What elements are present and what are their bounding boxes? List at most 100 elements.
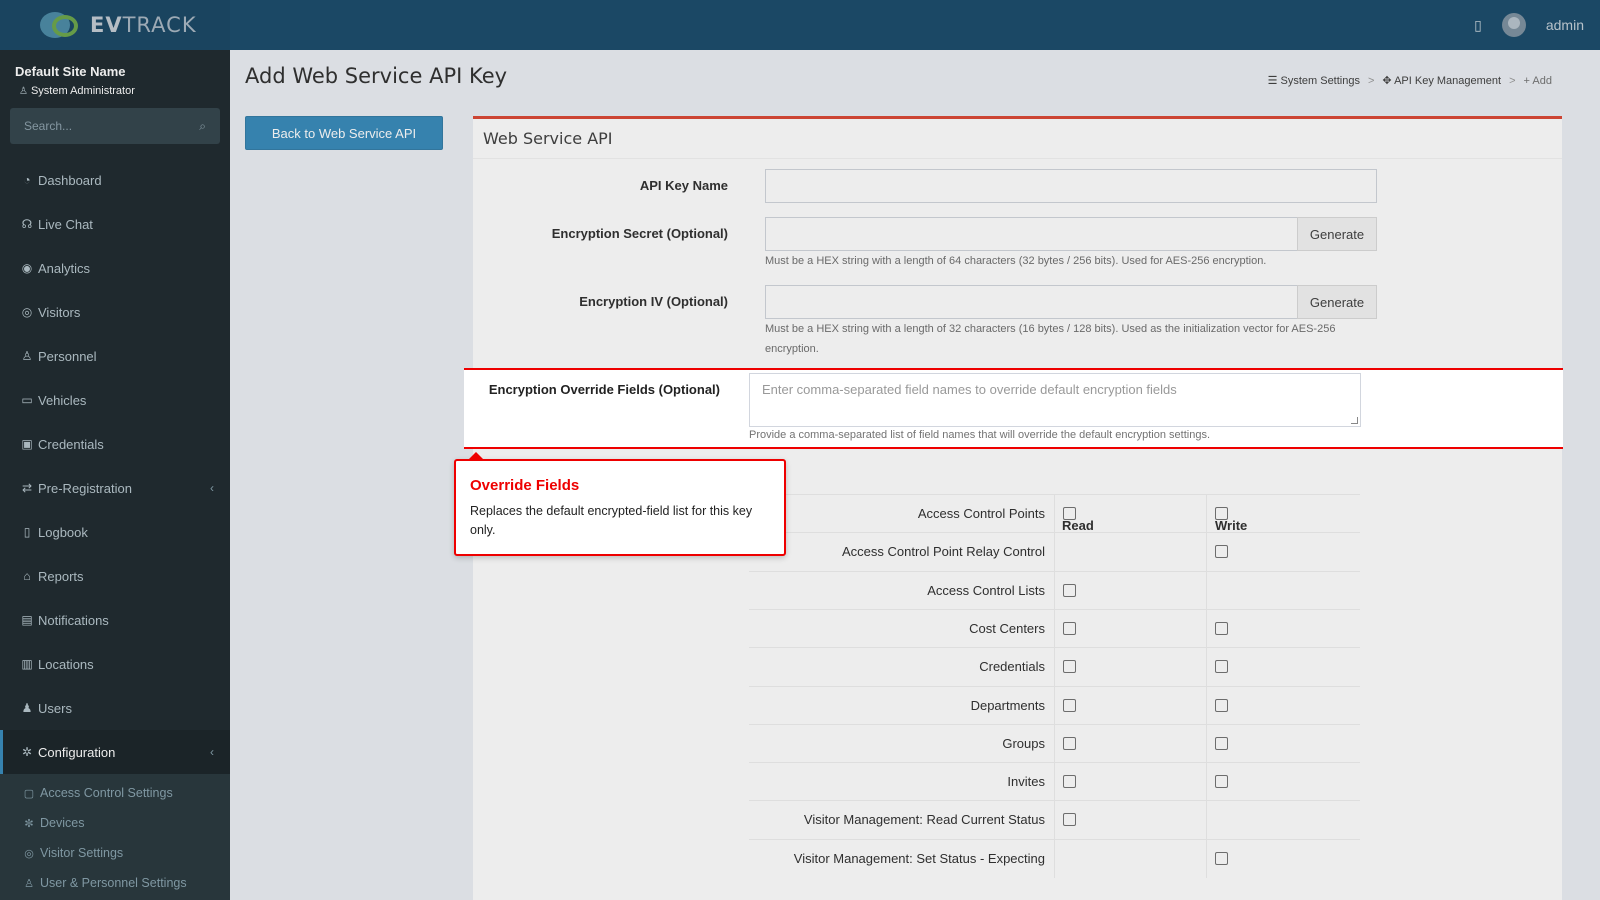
sidebar-item-personnel[interactable]: ♙ Personnel xyxy=(0,334,230,378)
table-row: Access Control Lists xyxy=(749,570,1360,610)
write-checkbox[interactable] xyxy=(1215,507,1228,520)
badge-icon: ▣ xyxy=(21,437,33,451)
user-role: ♙ System Administrator xyxy=(19,85,135,97)
chevron-left-icon: ‹ xyxy=(210,481,214,495)
sidebar-item-label: Analytics xyxy=(38,260,91,276)
permission-name: Access Control Lists xyxy=(927,582,1045,598)
person-icon: ♙ xyxy=(21,349,33,363)
submenu-item-label: User & Personnel Settings xyxy=(40,876,187,890)
table-row: Access Control Point Relay Control xyxy=(749,532,1360,572)
encryption-secret-help: Must be a HEX string with a length of 64… xyxy=(765,255,1267,267)
site-name: Default Site Name xyxy=(15,64,126,79)
sidebar-item-users[interactable]: ♟ Users xyxy=(0,686,230,730)
permission-name: Invites xyxy=(1007,774,1045,790)
search-icon[interactable]: ⌕ xyxy=(199,119,206,134)
back-to-web-service-api-button[interactable]: Back to Web Service API xyxy=(245,116,443,150)
table-row: Visitor Management: Set Status - Expecti… xyxy=(749,838,1360,878)
submenu-item-label: Visitor Settings xyxy=(40,846,124,860)
read-checkbox[interactable] xyxy=(1063,583,1076,597)
book-icon[interactable]: ▯ xyxy=(1474,17,1482,34)
logo-mark-icon xyxy=(38,9,84,41)
override-fields-callout: Override Fields Replaces the default enc… xyxy=(454,452,786,556)
sidebar-item-credentials[interactable]: ▣ Credentials xyxy=(0,422,230,466)
sidebar-item-reports[interactable]: ⌂ Reports xyxy=(0,554,230,598)
encryption-secret-label: Encryption Secret (Optional) xyxy=(551,226,728,241)
breadcrumb-system-settings[interactable]: ☰ System Settings xyxy=(1268,74,1360,87)
table-row: Groups xyxy=(749,723,1360,763)
sidebar-item-label: Vehicles xyxy=(38,392,87,408)
sidebar-item-dashboard[interactable]: ◔ Dashboard xyxy=(0,158,230,202)
sidebar-item-live-chat[interactable]: ☊ Live Chat xyxy=(0,202,230,246)
sidebar-item-configuration[interactable]: ✲ Configuration ‹ xyxy=(0,730,230,774)
breadcrumb-api-key-management[interactable]: ✥ API Key Management xyxy=(1382,74,1501,87)
read-checkbox[interactable] xyxy=(1063,660,1076,674)
sidebar-item-label: Locations xyxy=(38,656,94,672)
permission-name: Cost Centers xyxy=(969,620,1045,636)
lock-icon: ▢ xyxy=(23,787,35,800)
sidebar-item-notifications[interactable]: ▤ Notifications xyxy=(0,598,230,642)
sidebar-item-vehicles[interactable]: ▭ Vehicles xyxy=(0,378,230,422)
submenu-item-label: Access Control Settings xyxy=(40,786,173,800)
sidebar-item-label: Personnel xyxy=(38,348,97,364)
car-icon: ▭ xyxy=(21,393,33,407)
dashboard-icon: ◔ xyxy=(23,173,31,187)
write-checkbox[interactable] xyxy=(1215,660,1228,674)
chart-icon: ⌂ xyxy=(23,569,31,583)
sidebar-item-analytics[interactable]: ◉ Analytics xyxy=(0,246,230,290)
read-checkbox[interactable] xyxy=(1063,813,1076,827)
submenu-item-visitor-settings[interactable]: ◎ Visitor Settings xyxy=(0,838,230,868)
sidebar-item-logbook[interactable]: ▯ Logbook xyxy=(0,510,230,554)
encryption-override-textarea[interactable]: Enter comma-separated field names to ove… xyxy=(749,373,1361,427)
write-checkbox[interactable] xyxy=(1215,545,1228,559)
table-row: Departments xyxy=(749,685,1360,725)
book-icon: ▯ xyxy=(23,525,31,539)
breadcrumb: ☰ System Settings > ✥ API Key Management… xyxy=(1267,74,1552,88)
generate-iv-button[interactable]: Generate xyxy=(1297,285,1377,319)
sidebar-item-label: Visitors xyxy=(38,304,81,320)
user-menu-name[interactable]: admin xyxy=(1546,17,1584,33)
write-checkbox[interactable] xyxy=(1215,775,1228,789)
submenu-item-access-control-settings[interactable]: ▢ Access Control Settings xyxy=(0,778,230,808)
configuration-submenu: ▢ Access Control Settings ✼ Devices ◎ Visitor… xyxy=(0,774,230,900)
encryption-secret-input[interactable] xyxy=(765,217,1298,251)
submenu-item-user-personnel-settings[interactable]: ♙ User & Personnel Settings xyxy=(0,868,230,898)
submenu-item-devices[interactable]: ✼ Devices xyxy=(0,808,230,838)
write-checkbox[interactable] xyxy=(1215,851,1228,865)
generate-secret-button[interactable]: Generate xyxy=(1297,217,1377,251)
permission-name: Access Control Points xyxy=(917,506,1045,521)
table-row: Visitor Management: Read Current Status xyxy=(749,800,1360,840)
read-checkbox[interactable] xyxy=(1063,736,1076,750)
permission-name: Departments xyxy=(970,697,1045,713)
write-checkbox[interactable] xyxy=(1215,621,1228,635)
api-key-name-input[interactable] xyxy=(765,169,1377,203)
encryption-iv-input[interactable] xyxy=(765,285,1298,319)
target-icon: ◉ xyxy=(21,261,33,275)
read-checkbox[interactable] xyxy=(1063,775,1076,789)
sidebar-item-label: Reports xyxy=(38,568,84,584)
read-checkbox[interactable] xyxy=(1063,621,1076,635)
sidebar: Default Site Name ♙ System Administrator … xyxy=(0,50,230,900)
encryption-override-highlight: Encryption Override Fields (Optional) En… xyxy=(464,368,1563,449)
table-row: Credentials xyxy=(749,647,1360,687)
avatar[interactable] xyxy=(1501,13,1526,37)
sidebar-menu: ◔ Dashboard ☊ Live Chat ◉ Analytics ◎ Visitors ♙… xyxy=(0,158,230,774)
table-row: Access Control Points xyxy=(749,494,1360,533)
write-checkbox[interactable] xyxy=(1215,736,1228,750)
search-input[interactable]: Search... ⌕ xyxy=(10,108,220,144)
encryption-override-help: Provide a comma-separated list of field … xyxy=(749,429,1211,441)
sidebar-item-pre-registration[interactable]: ⇄ Pre-Registration ‹ xyxy=(0,466,230,510)
box-title: Web Service API xyxy=(473,119,1562,159)
sidebar-item-locations[interactable]: ▥ Locations xyxy=(0,642,230,686)
read-checkbox[interactable] xyxy=(1063,507,1076,520)
submenu-item-label: Devices xyxy=(40,816,85,830)
building-icon: ▥ xyxy=(21,657,33,671)
read-checkbox[interactable] xyxy=(1063,698,1076,712)
sidebar-item-label: Credentials xyxy=(38,436,104,452)
encryption-iv-label: Encryption IV (Optional) xyxy=(579,294,728,309)
sidebar-item-visitors[interactable]: ◎ Visitors xyxy=(0,290,230,334)
write-checkbox[interactable] xyxy=(1215,698,1228,712)
sidebar-item-label: Live Chat xyxy=(38,216,93,232)
eye-icon: ◎ xyxy=(21,305,33,319)
logo[interactable]: EVTRACK xyxy=(0,0,230,50)
user-icon: ♙ xyxy=(19,86,28,97)
